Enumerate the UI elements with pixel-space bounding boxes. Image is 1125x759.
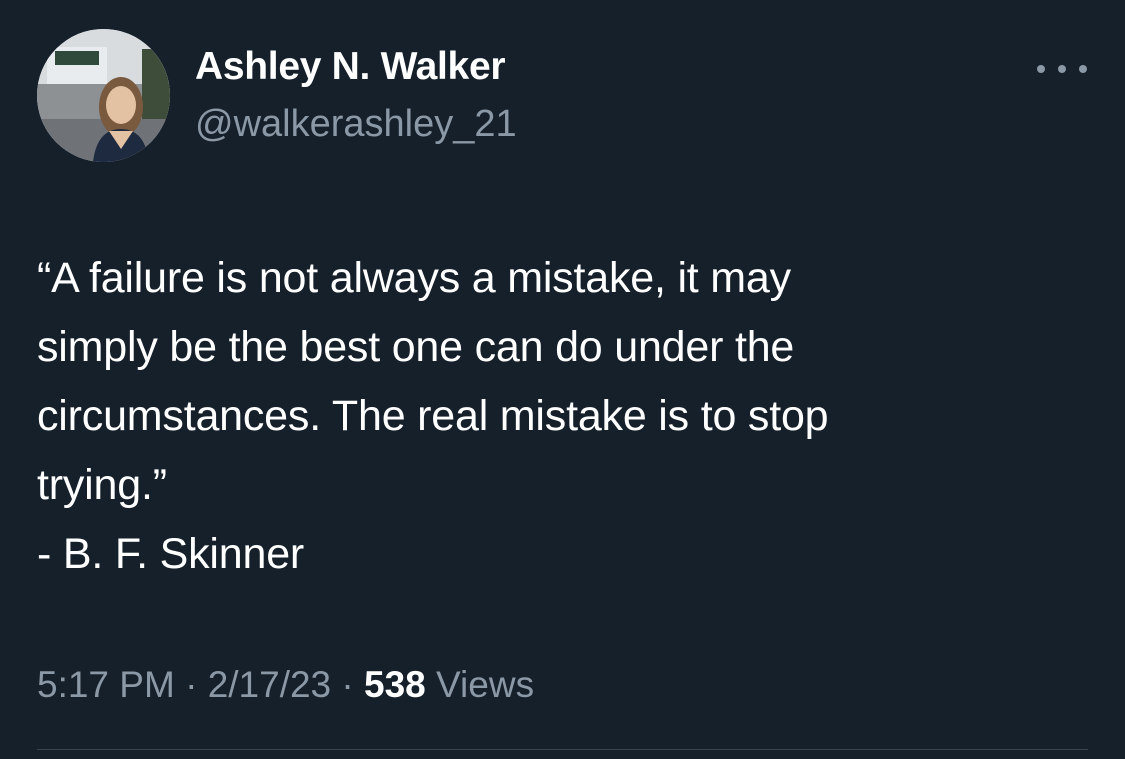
- tweet-text-line: “A failure is not always a mistake, it m…: [37, 254, 791, 302]
- author-handle[interactable]: @walkerashley_21: [195, 103, 517, 146]
- tweet-text-line: - B. F. Skinner: [37, 530, 305, 578]
- meta-separator: ·: [174, 664, 208, 705]
- meta-separator: ·: [331, 664, 365, 705]
- views-label: Views: [436, 664, 535, 705]
- profile-photo: [37, 29, 170, 162]
- more-horizontal-icon: [1037, 65, 1045, 73]
- tweet-date[interactable]: 2/17/23: [208, 664, 331, 705]
- tweet-meta: 5:17 PM · 2/17/23 · 538 Views: [37, 664, 534, 706]
- tweet-text-line: trying.”: [37, 461, 167, 509]
- tweet-text-line: circumstances. The real mistake is to st…: [37, 392, 829, 440]
- more-horizontal-icon: [1079, 65, 1087, 73]
- author-display-name[interactable]: Ashley N. Walker: [195, 45, 506, 89]
- avatar[interactable]: [37, 29, 170, 162]
- tweet-text: “A failure is not always a mistake, it m…: [37, 244, 1097, 589]
- divider: [37, 749, 1088, 750]
- tweet-time[interactable]: 5:17 PM: [37, 664, 175, 705]
- views-count: 538: [364, 664, 426, 705]
- tweet-text-line: simply be the best one can do under the: [37, 323, 795, 371]
- more-options-button[interactable]: [1037, 54, 1087, 84]
- more-horizontal-icon: [1058, 65, 1066, 73]
